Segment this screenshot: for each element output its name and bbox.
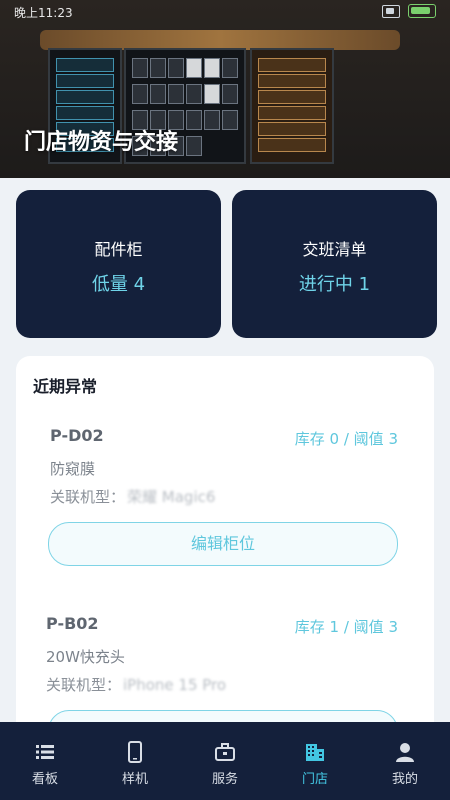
bottom-tab-bar: 看板 样机 服务 门店 我的 [0,722,450,800]
phone-icon [128,741,142,763]
tab-label: 看板 [31,772,58,787]
status-bar: 晚上11:23 [14,4,436,22]
tab-dashboard[interactable]: 看板 [0,722,90,800]
accessory-cabinet-card[interactable]: 配件柜 低量 4 [16,190,221,338]
user-icon [396,743,414,762]
handover-checklist-card[interactable]: 交班清单 进行中 1 [232,190,437,338]
model-label: 关联机型： [50,488,126,506]
card-label: 交班清单 [302,240,367,259]
page-title: 门店物资与交接 [24,130,179,155]
model-value: 荣耀 Magic6 [127,488,216,506]
item-name: 防窥膜 [50,460,96,478]
card-value: 低量 4 [91,274,146,295]
tab-label: 我的 [391,772,418,787]
item-code: P-B02 [46,614,99,633]
building-icon [306,744,324,761]
tab-label: 门店 [301,772,328,787]
stock-status: 库存 1 / 阈值 3 [294,618,398,636]
recent-anomalies-panel: 近期异常 P-D02 库存 0 / 阈值 3 防窥膜 关联机型： 荣耀 Magic… [16,356,434,726]
screen-icon [382,4,400,18]
item-name: 20W快充头 [46,648,125,666]
item-code: P-D02 [50,426,104,445]
stock-status: 库存 0 / 阈值 3 [294,430,398,448]
cabinet-right [250,48,334,164]
hero-banner: 晚上11:23 门店物资与交接 [0,0,450,178]
card-value: 进行中 1 [298,274,371,295]
edit-slot-button[interactable]: 编辑柜位 [48,522,398,566]
list-icon [36,745,54,759]
model-row: 关联机型： 荣耀 Magic6 [50,486,215,507]
tab-label: 样机 [121,772,148,787]
battery-icon [408,4,436,18]
tab-demo-devices[interactable]: 样机 [90,722,180,800]
card-label: 配件柜 [94,240,143,259]
model-value: iPhone 15 Pro [123,676,227,694]
status-time: 晚上11:23 [14,6,73,20]
tab-label: 服务 [211,772,238,787]
model-row: 关联机型： iPhone 15 Pro [46,674,226,695]
section-title: 近期异常 [33,377,98,396]
counter-top [40,30,400,50]
tab-store[interactable]: 门店 [270,722,360,800]
model-label: 关联机型： [46,676,122,694]
tab-profile[interactable]: 我的 [360,722,450,800]
toolbox-icon [215,743,235,761]
tab-services[interactable]: 服务 [180,722,270,800]
